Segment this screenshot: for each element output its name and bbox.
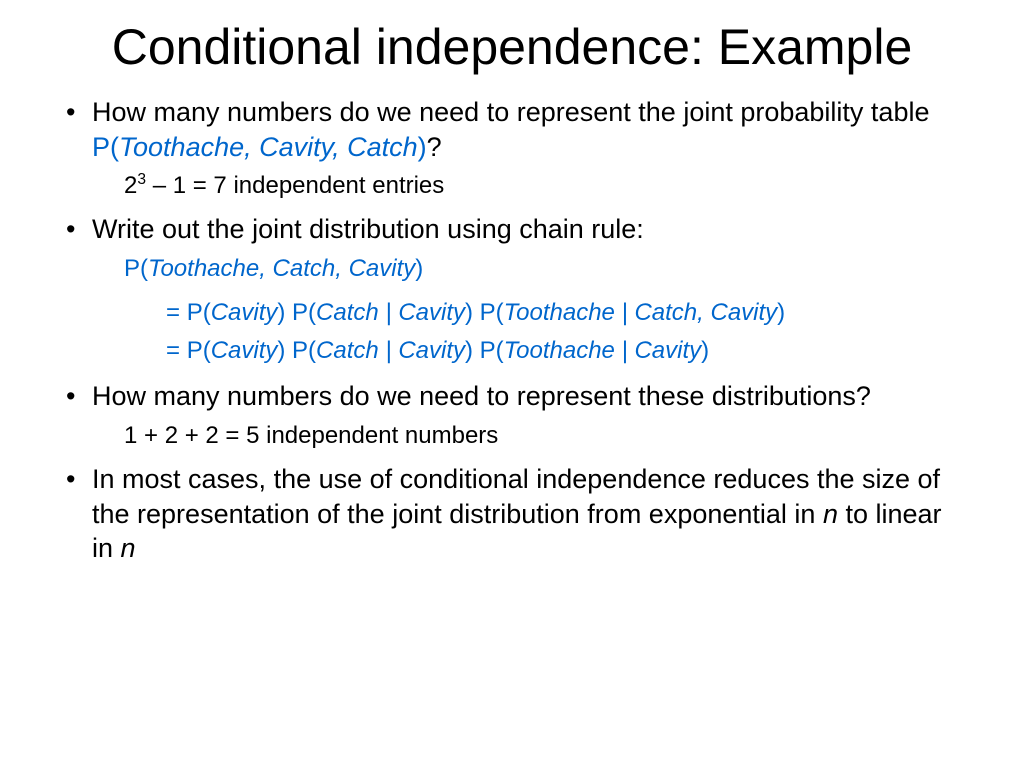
p2c2: ) bbox=[465, 337, 480, 364]
bullet-1-text: How many numbers do we need to represent… bbox=[92, 97, 929, 127]
slide-title: Conditional independence: Example bbox=[60, 18, 964, 77]
p2o2: P( bbox=[292, 337, 316, 364]
chain-lhs: P(Toothache, Catch, Cavity) bbox=[60, 253, 964, 285]
v3: Toothache | Catch, Cavity bbox=[504, 299, 778, 326]
eq1: = bbox=[166, 299, 187, 326]
eq2: = bbox=[166, 337, 187, 364]
v2b: Catch | Cavity bbox=[316, 337, 465, 364]
chain-line-2: = P(Cavity) P(Catch | Cavity) P(Toothach… bbox=[60, 333, 964, 369]
bullet-list: How many numbers do we need to represent… bbox=[60, 95, 964, 566]
p2o: P( bbox=[292, 299, 316, 326]
question-mark: ? bbox=[427, 132, 442, 162]
prob-close: ) bbox=[418, 132, 427, 162]
prob-open: P( bbox=[92, 132, 119, 162]
slide: Conditional independence: Example How ma… bbox=[0, 0, 1024, 768]
prob-vars: Toothache, Cavity, Catch bbox=[119, 132, 418, 162]
two: 2 bbox=[124, 172, 137, 199]
sub3-text: 1 + 2 + 2 = 5 independent numbers bbox=[124, 422, 498, 449]
v3b: Toothache | Cavity bbox=[504, 337, 701, 364]
bullet-1: How many numbers do we need to represent… bbox=[60, 95, 964, 164]
n1: n bbox=[823, 499, 838, 529]
p2c: ) bbox=[465, 299, 480, 326]
n2: n bbox=[121, 533, 136, 563]
bullet-3: How many numbers do we need to represent… bbox=[60, 379, 964, 414]
v1b: Cavity bbox=[211, 337, 278, 364]
bullet-2-text: Write out the joint distribution using c… bbox=[92, 214, 644, 244]
p1c: ) bbox=[277, 299, 292, 326]
exponent-3: 3 bbox=[137, 171, 146, 188]
b4a: In most cases, the use of conditional in… bbox=[92, 464, 940, 529]
p3o: P( bbox=[480, 299, 504, 326]
bullet-4: In most cases, the use of conditional in… bbox=[60, 462, 964, 566]
v2: Catch | Cavity bbox=[316, 299, 465, 326]
p3c2: ) bbox=[701, 337, 709, 364]
sub-3: 1 + 2 + 2 = 5 independent numbers bbox=[60, 420, 964, 452]
v1: Cavity bbox=[211, 299, 278, 326]
p-open: P( bbox=[124, 255, 148, 282]
bullet-2: Write out the joint distribution using c… bbox=[60, 212, 964, 247]
p1o2: P( bbox=[187, 337, 211, 364]
lhs-vars: Toothache, Catch, Cavity bbox=[148, 255, 415, 282]
p1o: P( bbox=[187, 299, 211, 326]
p-close: ) bbox=[415, 255, 423, 282]
p3o2: P( bbox=[480, 337, 504, 364]
chain-line-1: = P(Cavity) P(Catch | Cavity) P(Toothach… bbox=[60, 295, 964, 331]
p1c2: ) bbox=[277, 337, 292, 364]
bullet-3-text: How many numbers do we need to represent… bbox=[92, 381, 871, 411]
p3c: ) bbox=[777, 299, 785, 326]
sub-1: 23 – 1 = 7 independent entries bbox=[60, 170, 964, 202]
sub1-rest: – 1 = 7 independent entries bbox=[146, 172, 444, 199]
